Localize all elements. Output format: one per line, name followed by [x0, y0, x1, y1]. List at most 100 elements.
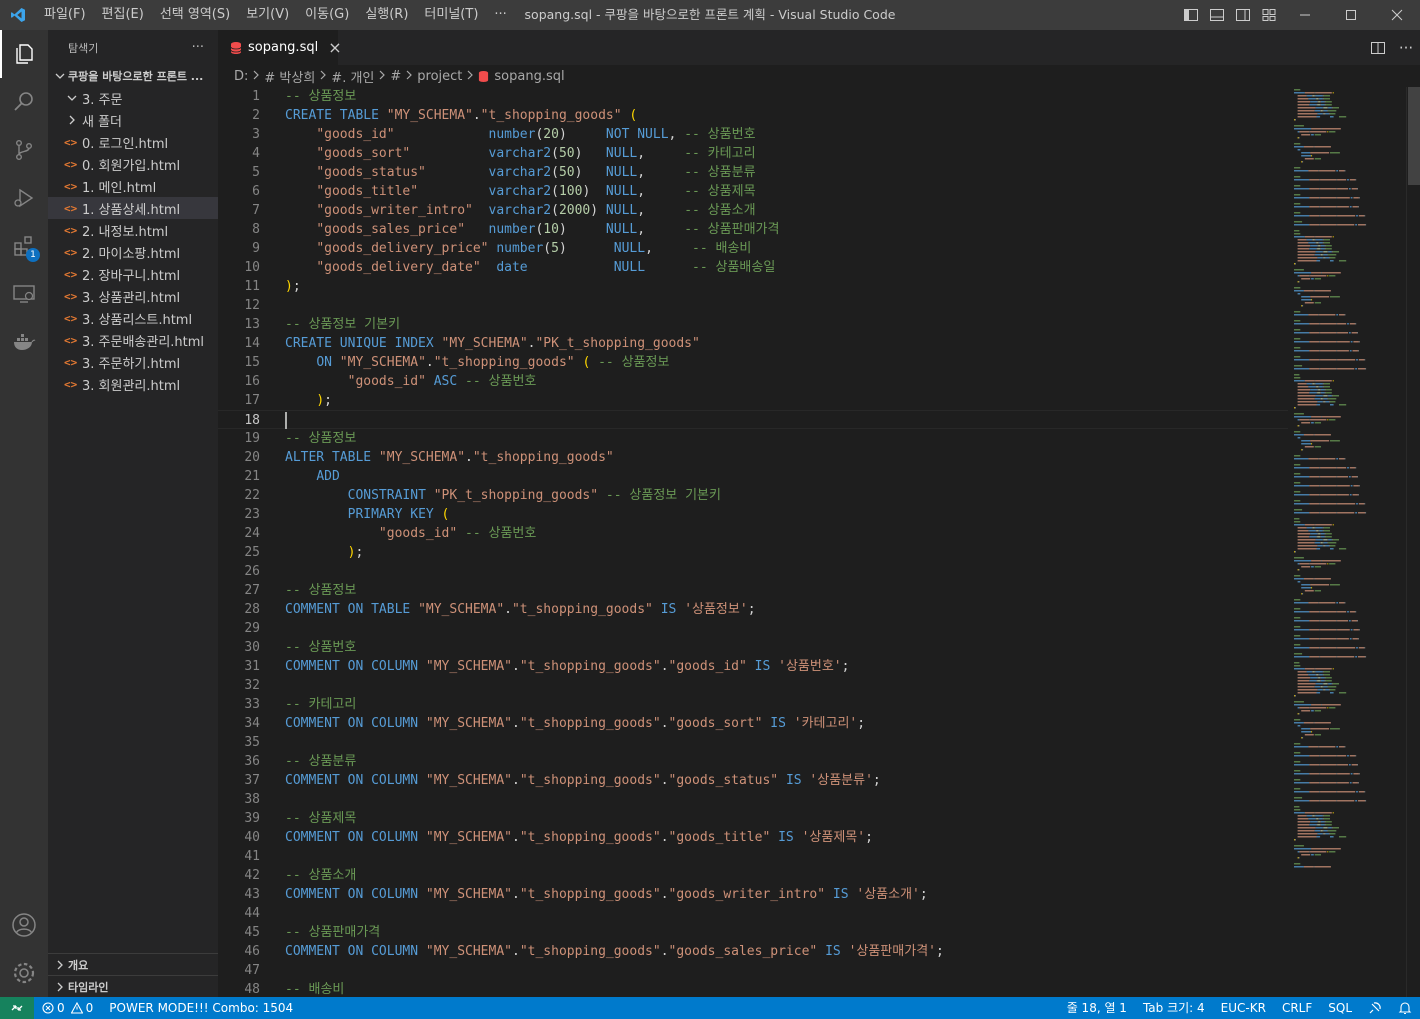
toggle-panel-icon[interactable] — [1204, 0, 1230, 30]
menu-item-2[interactable]: 선택 영역(S) — [152, 0, 238, 30]
menu-item-4[interactable]: 이동(G) — [297, 0, 357, 30]
run-debug-icon[interactable] — [0, 174, 48, 222]
code-line: 6 "goods_title" varchar2(100) NULL, -- 상… — [218, 182, 1288, 201]
minimap-stroke — [1315, 92, 1332, 94]
editor-scrollbar[interactable] — [1406, 87, 1420, 997]
minimap-stroke — [1321, 416, 1341, 418]
line-number: 43 — [244, 887, 260, 902]
problems-status[interactable]: 0 0 — [34, 997, 101, 1019]
tree-file[interactable]: <> 3. 회원관리.html — [48, 373, 218, 395]
minimap-stroke — [1353, 341, 1359, 343]
extensions-icon[interactable]: 1 — [0, 222, 48, 270]
account-icon[interactable] — [0, 901, 48, 949]
workspace-folder[interactable]: 쿠팡을 바탕으로한 프론트 ... — [48, 65, 218, 87]
close-window-button[interactable] — [1374, 0, 1420, 30]
feedback-icon[interactable] — [1360, 1001, 1390, 1015]
minimap-stroke — [1330, 728, 1340, 730]
tree-file[interactable]: <> 3. 상품리스트.html — [48, 307, 218, 329]
minimap-stroke — [1336, 503, 1338, 505]
tree-file[interactable]: <> 2. 내정보.html — [48, 219, 218, 241]
minimap-stroke — [1331, 251, 1333, 253]
breadcrumb-item[interactable]: sopang.sql — [494, 69, 564, 84]
scrollbar-thumb[interactable] — [1408, 87, 1420, 185]
minimap-stroke — [1323, 395, 1328, 397]
tree-folder[interactable]: 새 폴더 — [48, 109, 218, 131]
split-editor-icon[interactable] — [1364, 30, 1392, 65]
end-of-line[interactable]: CRLF — [1274, 997, 1320, 1019]
timeline-section[interactable]: 타임라인 — [48, 975, 218, 997]
menu-item-6[interactable]: 터미널(T) — [416, 0, 486, 30]
toggle-secondary-sidebar-icon[interactable] — [1230, 0, 1256, 30]
menu-item-5[interactable]: 실행(R) — [357, 0, 416, 30]
minimap-stroke — [1298, 713, 1300, 715]
minimap-stroke — [1309, 323, 1320, 325]
language-mode[interactable]: SQL — [1320, 997, 1360, 1019]
menu-item-1[interactable]: 편집(E) — [94, 0, 152, 30]
more-actions-icon[interactable]: ··· — [1392, 30, 1420, 65]
minimize-button[interactable] — [1282, 0, 1328, 30]
menu-item-7[interactable]: ··· — [486, 0, 514, 30]
tree-file[interactable]: <> 1. 메인.html — [48, 175, 218, 197]
minimap[interactable] — [1288, 87, 1406, 997]
breadcrumb-item[interactable]: # — [390, 69, 401, 84]
more-actions-icon[interactable]: ··· — [192, 40, 204, 55]
docker-icon[interactable] — [0, 318, 48, 366]
customize-layout-icon[interactable] — [1256, 0, 1282, 30]
menu-item-0[interactable]: 파일(F) — [36, 0, 94, 30]
minimap-stroke — [1308, 818, 1316, 820]
remote-indicator-icon[interactable] — [0, 997, 34, 1019]
settings-gear-icon[interactable] — [0, 949, 48, 997]
minimap-stroke — [1303, 866, 1314, 868]
minimap-stroke — [1294, 524, 1305, 526]
close-tab-icon[interactable]: × — [328, 38, 341, 57]
tree-file[interactable]: <> 3. 주문하기.html — [48, 351, 218, 373]
toggle-primary-sidebar-icon[interactable] — [1178, 0, 1204, 30]
minimap-stroke — [1294, 434, 1304, 436]
notifications-bell-icon[interactable] — [1390, 1001, 1420, 1015]
minimap-stroke — [1314, 254, 1321, 256]
html-file-icon: <> — [64, 289, 78, 303]
minimap-stroke — [1349, 467, 1356, 469]
minimap-stroke — [1314, 812, 1316, 814]
code-editor[interactable]: 1 -- 상품정보 2 CREATE TABLE "MY_SCHEMA"."t_sho… — [218, 87, 1288, 997]
minimap-stroke — [1336, 359, 1338, 361]
cursor-position[interactable]: 줄 18, 열 1 — [1059, 997, 1135, 1019]
maximize-button[interactable] — [1328, 0, 1374, 30]
minimap-stroke — [1294, 347, 1301, 349]
line-number: 34 — [244, 716, 260, 731]
outline-section[interactable]: 개요 — [48, 953, 218, 975]
tree-file[interactable]: <> 2. 마이소팡.html — [48, 241, 218, 263]
minimap-stroke — [1314, 92, 1316, 94]
minimap-stroke — [1311, 416, 1321, 418]
line-number: 33 — [244, 697, 260, 712]
minimap-stroke — [1318, 242, 1320, 244]
tab-sopang-sql[interactable]: sopang.sql × — [218, 30, 342, 65]
breadcrumb-item[interactable]: #. 개인 — [331, 67, 374, 86]
explorer-icon[interactable] — [0, 30, 48, 78]
minimap-stroke — [1297, 548, 1317, 550]
source-control-icon[interactable] — [0, 126, 48, 174]
breadcrumb-item[interactable]: # 박상희 — [264, 67, 315, 86]
tab-size[interactable]: Tab 크기: 4 — [1135, 997, 1213, 1019]
tree-file[interactable]: <> 1. 상품상세.html — [48, 197, 218, 219]
minimap-stroke — [1327, 686, 1329, 688]
minimap-stroke — [1317, 533, 1319, 535]
minimap-stroke — [1344, 602, 1346, 604]
code-line: 32 — [218, 676, 1288, 695]
remote-explorer-icon[interactable] — [0, 270, 48, 318]
breadcrumb-item[interactable]: D: — [234, 69, 248, 84]
minimap-stroke — [1298, 857, 1300, 859]
tree-file[interactable]: <> 0. 회원가입.html — [48, 153, 218, 175]
encoding[interactable]: EUC-KR — [1213, 997, 1274, 1019]
tree-folder[interactable]: 3. 주문 — [48, 87, 218, 109]
minimap-stroke — [1352, 638, 1358, 640]
minimap-stroke — [1297, 248, 1310, 250]
tree-file[interactable]: <> 3. 상품관리.html — [48, 285, 218, 307]
tree-file[interactable]: <> 0. 로그인.html — [48, 131, 218, 153]
menu-item-3[interactable]: 보기(V) — [238, 0, 297, 30]
breadcrumb-item[interactable]: project — [417, 69, 462, 84]
search-icon[interactable] — [0, 78, 48, 126]
tree-file[interactable]: <> 3. 주문배송관리.html — [48, 329, 218, 351]
minimap-stroke — [1294, 848, 1312, 850]
tree-file[interactable]: <> 2. 장바구니.html — [48, 263, 218, 285]
